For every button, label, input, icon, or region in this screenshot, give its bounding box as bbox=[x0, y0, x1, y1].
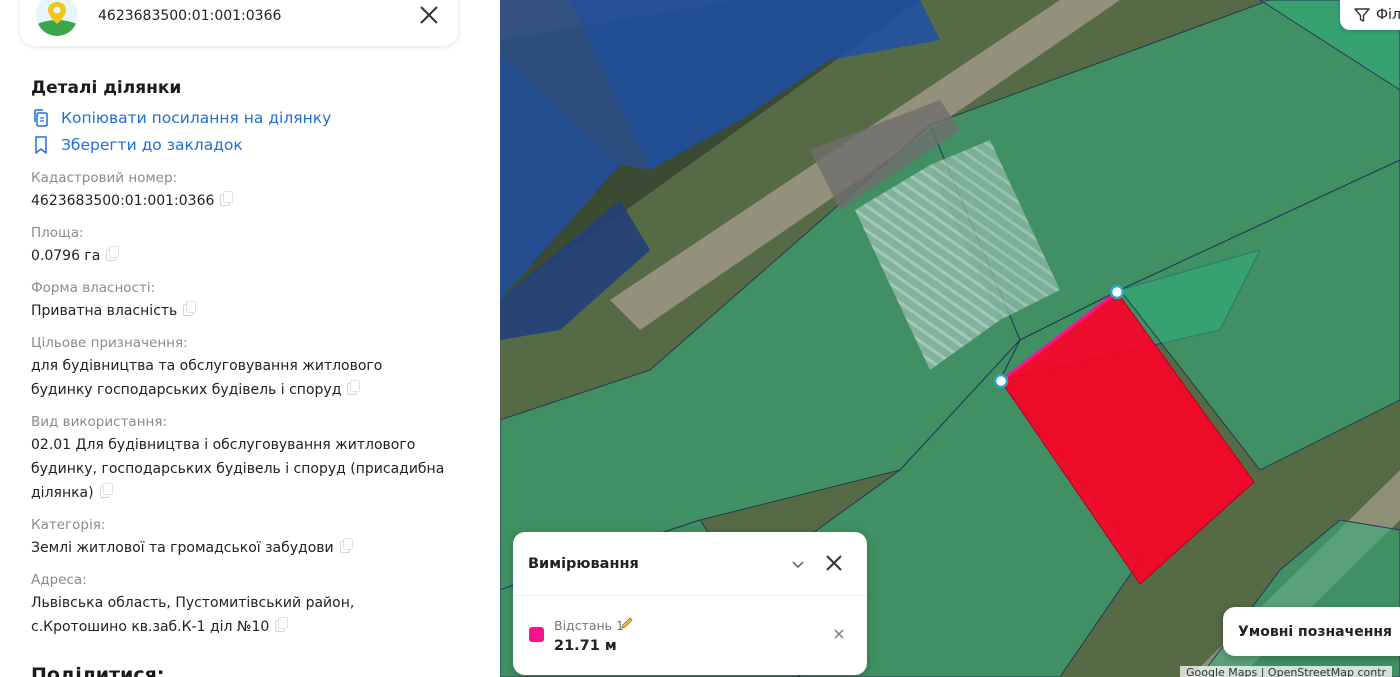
field-ownership: Форма власності: Приватна власність bbox=[31, 280, 481, 323]
details-title: Деталі ділянки bbox=[31, 78, 182, 98]
bookmark-button[interactable]: Зберегти до закладок bbox=[31, 131, 481, 158]
copy-icon[interactable] bbox=[339, 538, 353, 553]
close-icon[interactable] bbox=[418, 4, 440, 26]
measurement-item-label: Відстань 1 bbox=[554, 618, 624, 633]
bookmark-label: Зберегти до закладок bbox=[61, 135, 243, 154]
app-logo bbox=[36, 0, 78, 36]
copy-icon[interactable] bbox=[99, 483, 113, 498]
field-cadastral-number: Кадастровий номер: 4623683500:01:001:036… bbox=[31, 170, 481, 213]
share-title: Поділитися: bbox=[31, 664, 165, 677]
copy-icon bbox=[34, 108, 48, 127]
filter-button[interactable]: Філ bbox=[1340, 0, 1400, 30]
usage-value: 02.01 Для будівництва і обслуговування ж… bbox=[31, 437, 445, 501]
filter-label: Філ bbox=[1376, 7, 1400, 23]
search-query[interactable]: 4623683500:01:001:0366 bbox=[98, 8, 281, 24]
area-value: 0.0796 га bbox=[31, 248, 101, 264]
copy-link-button[interactable]: Копіювати посилання на ділянку bbox=[31, 104, 481, 131]
measurement-item-value: 21.71 м bbox=[554, 638, 617, 654]
field-usage: Вид використання: 02.01 Для будівництва … bbox=[31, 414, 445, 501]
category-value: Землі житлової та громадської забудови bbox=[31, 540, 334, 556]
pencil-icon[interactable] bbox=[620, 616, 634, 630]
field-area: Площа: 0.0796 га bbox=[31, 225, 481, 268]
parcel-details-panel: 4623683500:01:001:0366 Деталі ділянки Ко… bbox=[0, 0, 500, 677]
map-attribution[interactable]: Google Maps | OpenStreetMap contr bbox=[1180, 666, 1393, 677]
search-bar[interactable]: 4623683500:01:001:0366 bbox=[20, 0, 458, 46]
measurement-panel: Вимірювання Відстань 1 21.71 м bbox=[513, 532, 867, 675]
copy-icon[interactable] bbox=[220, 191, 234, 206]
parcel-details: Деталі ділянки Копіювати посилання на ді… bbox=[31, 78, 481, 639]
measurement-item: Відстань 1 21.71 м bbox=[513, 596, 867, 674]
measurement-point[interactable] bbox=[993, 373, 1009, 389]
purpose-value: для будівництва та обслуговування житлов… bbox=[31, 358, 383, 398]
field-address: Адреса: Львівська область, Пустомитівськ… bbox=[31, 572, 355, 635]
copy-link-label: Копіювати посилання на ділянку bbox=[61, 108, 332, 127]
copy-icon[interactable] bbox=[183, 301, 197, 316]
measurement-color-swatch bbox=[529, 627, 544, 642]
measurement-title: Вимірювання bbox=[528, 556, 639, 572]
address-value: Львівська область, Пустомитівський район… bbox=[31, 595, 355, 635]
ownership-value: Приватна власність bbox=[31, 303, 178, 319]
cadastral-number-value: 4623683500:01:001:0366 bbox=[31, 193, 215, 209]
measurement-point[interactable] bbox=[1109, 284, 1125, 300]
copy-icon[interactable] bbox=[106, 246, 120, 261]
filter-icon bbox=[1354, 8, 1370, 22]
field-purpose: Цільове призначення: для будівництва та … bbox=[31, 335, 383, 398]
copy-icon[interactable] bbox=[347, 380, 361, 395]
copy-icon[interactable] bbox=[275, 617, 289, 632]
close-icon[interactable] bbox=[825, 554, 843, 572]
chevron-down-icon[interactable] bbox=[791, 557, 805, 571]
field-category: Категорія: Землі житлової та громадської… bbox=[31, 517, 481, 560]
legend-button[interactable]: Умовні позначення bbox=[1223, 607, 1400, 656]
remove-measurement-icon[interactable] bbox=[834, 629, 844, 639]
bookmark-icon bbox=[35, 135, 47, 154]
map-view[interactable]: Філ Вимірювання Відстань 1 21.71 м Умовн… bbox=[500, 0, 1400, 677]
